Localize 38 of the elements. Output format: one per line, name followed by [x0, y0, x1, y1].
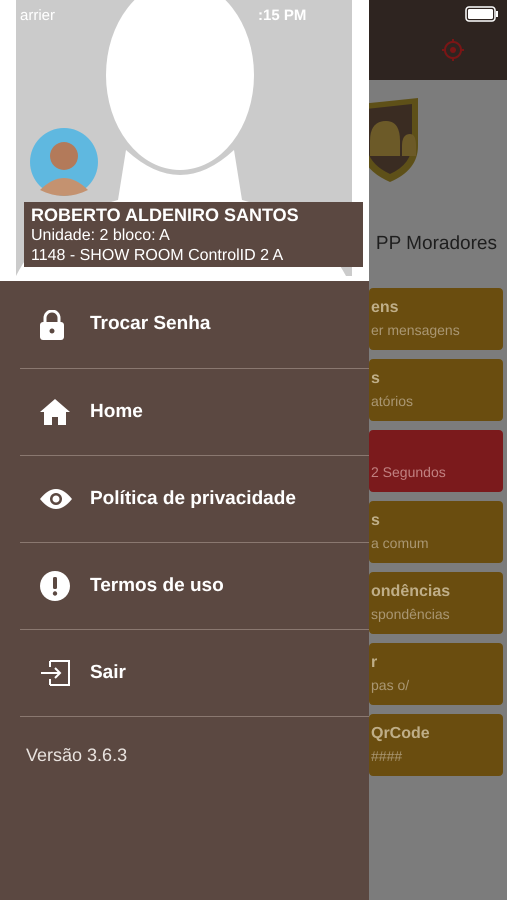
menu-item[interactable]: Home: [20, 368, 369, 455]
version-label: Versão 3.6.3: [26, 744, 128, 767]
menu-item[interactable]: Trocar Senha: [20, 281, 369, 368]
user-unit: Unidade: 2 bloco: A: [31, 226, 171, 246]
battery-icon: [465, 6, 499, 22]
avatar: [30, 128, 98, 196]
card-title: ens: [371, 298, 400, 318]
card-subtitle: spondências: [371, 605, 451, 624]
menu-card[interactable]: r pas o/: [369, 643, 503, 705]
menu-item[interactable]: Termos de uso: [20, 542, 369, 629]
card-title: r: [371, 653, 378, 673]
menu-card[interactable]: s atórios: [369, 359, 503, 421]
menu-card[interactable]: ens er mensagens: [369, 288, 503, 350]
menu-card[interactable]: s a comum: [369, 501, 503, 563]
menu-card[interactable]: ondências spondências: [369, 572, 503, 634]
menu-card[interactable]: QrCode ####: [369, 714, 503, 776]
menu-item[interactable]: Sair: [20, 629, 369, 716]
user-location: 1148 - SHOW ROOM ControlID 2 A: [31, 246, 284, 266]
app-title: PP Moradores: [374, 232, 498, 256]
card-subtitle: atórios: [371, 392, 414, 411]
card-subtitle: a comum: [371, 534, 430, 553]
card-subtitle: pas o/: [371, 676, 410, 695]
card-subtitle: ####: [371, 747, 404, 766]
home-icon: [40, 399, 70, 425]
user-name: ROBERTO ALDENIRO SANTOS: [31, 204, 300, 226]
card-title: s: [371, 369, 381, 389]
card-subtitle: er mensagens: [371, 321, 461, 340]
card-subtitle: 2 Segundos: [371, 463, 447, 482]
exit-icon: [40, 660, 70, 686]
eye-icon: [40, 489, 72, 509]
menu-card[interactable]: 2 Segundos: [369, 430, 503, 492]
target-icon[interactable]: [441, 38, 465, 62]
exclamation-icon: [40, 571, 70, 601]
card-title: ondências: [371, 582, 452, 602]
card-title: QrCode: [371, 724, 431, 744]
menu-item[interactable]: Política de privacidade: [20, 455, 369, 542]
card-title: s: [371, 511, 381, 531]
lock-icon: [40, 310, 64, 340]
